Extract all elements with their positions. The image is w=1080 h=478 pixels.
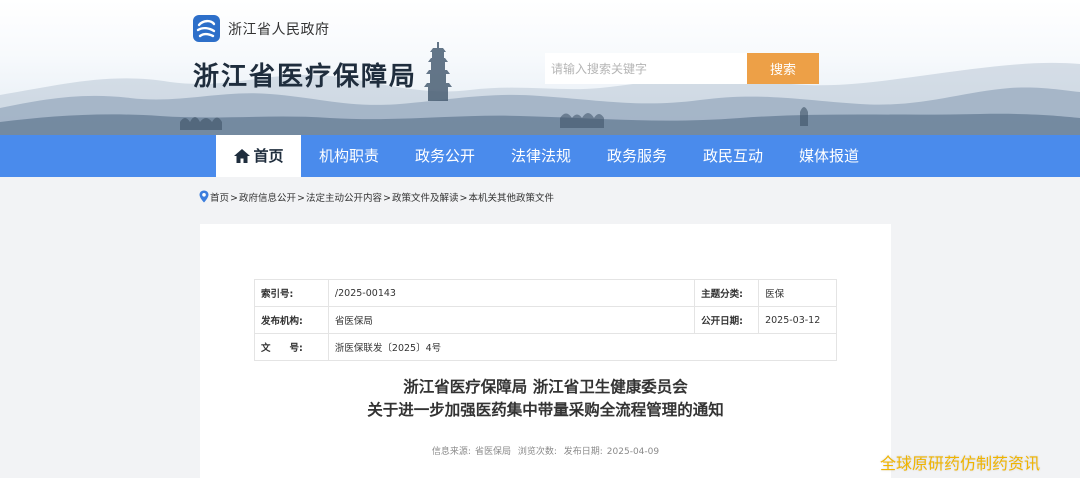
nav-item-laws[interactable]: 法律法规 [502,135,580,177]
index-label: 索引号: [254,279,329,307]
doc-number-label: 文 号: [254,333,329,361]
article-source-line: 信息来源: 省医保局 浏览次数: 发布日期: 2025-04-09 [200,444,891,457]
org-label: 发布机构: [254,306,329,334]
nav-item-gov-services[interactable]: 政务服务 [598,135,676,177]
table-row: 文 号: 浙医保联发〔2025〕4号 [254,333,838,361]
doc-number-value: 浙医保联发〔2025〕4号 [327,333,838,361]
article-title: 浙江省医疗保障局 浙江省卫生健康委员会 关于进一步加强医药集中带量采购全流程管理… [200,376,891,422]
date-value: 2025-03-12 [758,306,837,334]
search-button[interactable]: 搜索 [747,53,819,84]
publish-value: 2025-04-09 [606,447,660,457]
gov-logo[interactable] [193,15,220,42]
gov-logo-icon [196,19,216,38]
document-meta-table: 索引号: /2025-00143 主题分类: 医保 发布机构: 省医保局 公开日… [254,279,838,361]
main-nav: 首页 机构职责 政务公开 法律法规 政务服务 政民互动 媒体报道 [0,135,1080,177]
nav-label-home: 首页 [253,147,284,165]
location-pin-icon [199,190,209,203]
breadcrumb-separator: > [230,193,238,204]
gov-name-link[interactable]: 浙江省人民政府 [228,19,330,39]
publish-label: 发布日期: [563,447,603,457]
header-banner: 浙江省人民政府 浙江省医疗保障局 搜索 [0,0,1080,135]
topic-value: 医保 [758,279,837,307]
source-value: 省医保局 [474,447,511,457]
breadcrumb-other-policy[interactable]: 本机关其他政策文件 [468,193,554,204]
article-title-line1: 浙江省医疗保障局 浙江省卫生健康委员会 [403,378,688,396]
nav-item-interaction[interactable]: 政民互动 [694,135,772,177]
breadcrumb-policy[interactable]: 政策文件及解读 [392,193,459,204]
landscape-illustration [0,42,1080,135]
breadcrumb: 首页>政府信息公开>法定主动公开内容>政策文件及解读>本机关其他政策文件 [199,190,554,204]
article-title-line2: 关于进一步加强医药集中带量采购全流程管理的通知 [367,401,724,419]
nav-item-home[interactable]: 首页 [216,135,301,177]
search-input[interactable] [545,53,747,84]
nav-item-org-duties[interactable]: 机构职责 [310,135,388,177]
breadcrumb-home[interactable]: 首页 [210,193,229,204]
table-row: 发布机构: 省医保局 公开日期: 2025-03-12 [254,306,837,334]
breadcrumb-gov-info[interactable]: 政府信息公开 [239,193,296,204]
nav-item-gov-affairs-open[interactable]: 政务公开 [406,135,484,177]
topic-label: 主题分类: [694,279,760,307]
breadcrumb-statutory[interactable]: 法定主动公开内容 [306,193,382,204]
nav-item-media[interactable]: 媒体报道 [790,135,868,177]
article-panel: 索引号: /2025-00143 主题分类: 医保 发布机构: 省医保局 公开日… [200,224,891,478]
breadcrumb-separator: > [382,193,391,204]
org-value: 省医保局 [327,306,696,334]
breadcrumb-separator: > [297,193,305,204]
date-label: 公开日期: [694,306,760,334]
source-label: 信息来源: [431,447,471,457]
site-title[interactable]: 浙江省医疗保障局 [193,56,417,93]
watermark-text: 全球原研药仿制药资讯 [880,454,1041,473]
index-value: /2025-00143 [327,279,696,307]
views-label: 浏览次数: [517,447,557,457]
home-icon [234,149,251,163]
table-row: 索引号: /2025-00143 主题分类: 医保 [254,279,837,307]
breadcrumb-separator: > [459,193,468,204]
